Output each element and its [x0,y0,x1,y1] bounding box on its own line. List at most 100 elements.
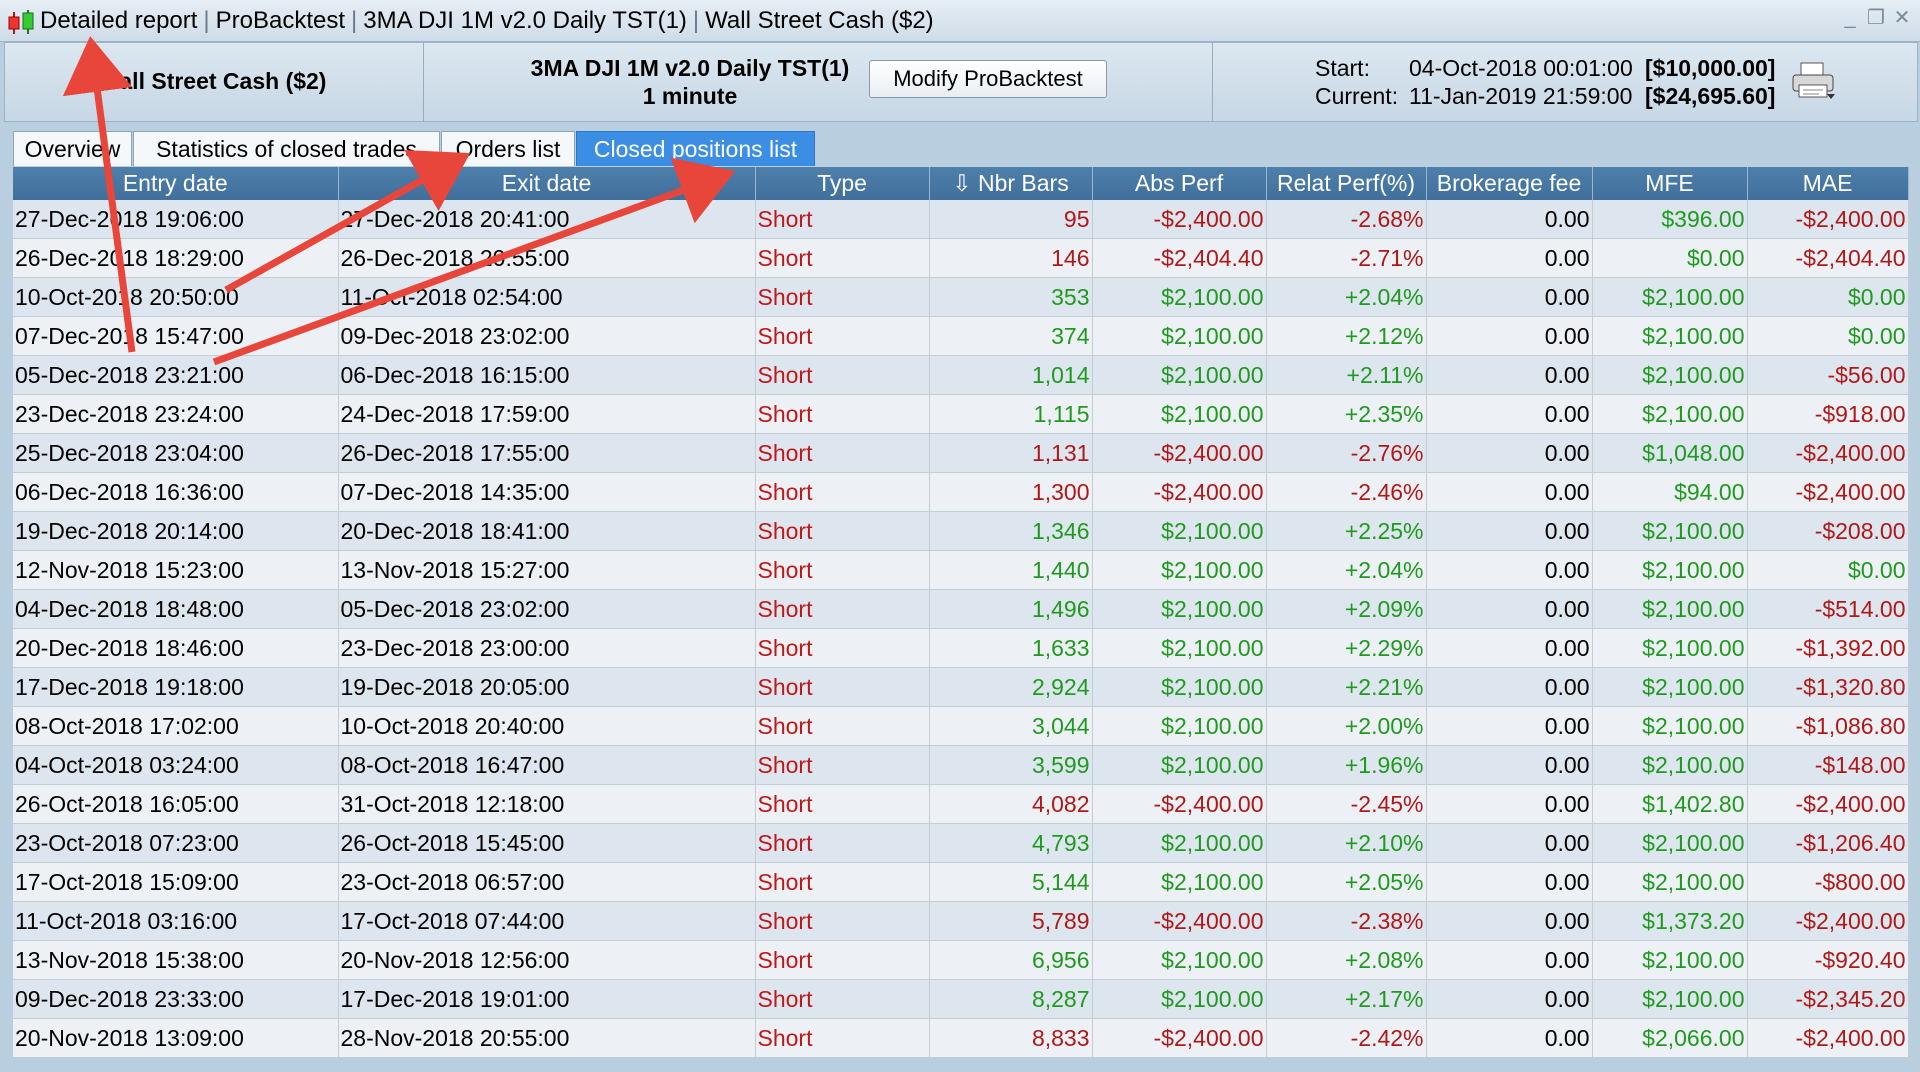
table-cell: $2,100.00 [1592,355,1748,395]
table-cell: +1.96% [1266,745,1427,785]
table-cell: 0.00 [1426,238,1593,278]
printer-icon[interactable] [1791,61,1835,101]
table-cell: Short [755,511,930,551]
modify-probacktest-button[interactable]: Modify ProBacktest [869,60,1107,98]
table-cell: $0.00 [1747,277,1909,317]
table-row[interactable]: 19-Dec-2018 20:14:00 20-Dec-2018 18:41:00… [13,511,1909,551]
table-cell: Short [755,277,930,317]
start-date: 04-Oct-2018 00:01:00 [1409,55,1633,81]
column-header[interactable]: Exit date [338,167,756,200]
table-row[interactable]: 09-Dec-2018 23:33:00 17-Dec-2018 19:01:00… [13,979,1909,1019]
tab-closed-positions[interactable]: Closed positions list [576,131,815,166]
table-cell: 27-Dec-2018 19:06:00 [13,200,339,239]
table-cell: +2.00% [1266,706,1427,746]
table-cell: -2.42% [1266,1018,1427,1058]
table-row[interactable]: 11-Oct-2018 03:16:00 17-Oct-2018 07:44:00… [13,901,1909,941]
table-cell: Short [755,238,930,278]
close-button[interactable]: ✕ [1890,6,1914,30]
tab-orders-list[interactable]: Orders list [441,131,575,166]
table-row[interactable]: 07-Dec-2018 15:47:00 09-Dec-2018 23:02:00… [13,316,1909,356]
table-cell: 09-Dec-2018 23:33:00 [13,979,339,1019]
table-cell: 12-Nov-2018 15:23:00 [13,550,339,590]
table-cell: $2,100.00 [1092,706,1267,746]
table-body: 27-Dec-2018 19:06:00 27-Dec-2018 20:41:00… [13,200,1909,1058]
table-cell: 0.00 [1426,316,1593,356]
title-bar: Detailed report | ProBacktest | 3MA DJI 1M v… [0,0,1920,42]
table-row[interactable]: 12-Nov-2018 15:23:00 13-Nov-2018 15:27:00… [13,550,1909,590]
table-cell: -$2,400.00 [1092,472,1267,512]
table-row[interactable]: 05-Dec-2018 23:21:00 06-Dec-2018 16:15:00… [13,355,1909,395]
table-cell: -$2,404.40 [1747,238,1909,278]
table-row[interactable]: 04-Oct-2018 03:24:00 08-Oct-2018 16:47:00… [13,745,1909,785]
table-cell: $396.00 [1592,200,1748,239]
table-cell: -2.76% [1266,433,1427,473]
table-row[interactable]: 17-Oct-2018 15:09:00 23-Oct-2018 06:57:00… [13,862,1909,902]
column-header[interactable]: ⇩ Nbr Bars [929,167,1093,200]
table-row[interactable]: 27-Dec-2018 19:06:00 27-Dec-2018 20:41:00… [13,200,1909,239]
table-cell: 13-Nov-2018 15:27:00 [338,550,756,590]
column-header[interactable]: MFE [1592,167,1748,200]
column-header[interactable]: Abs Perf [1092,167,1267,200]
table-cell: $2,100.00 [1592,979,1748,1019]
table-cell: -$2,400.00 [1747,472,1909,512]
tab-overview[interactable]: Overview [13,131,132,166]
table-row[interactable]: 04-Dec-2018 18:48:00 05-Dec-2018 23:02:00… [13,589,1909,629]
column-header[interactable]: MAE [1747,167,1909,200]
table-row[interactable]: 26-Dec-2018 18:29:00 26-Dec-2018 20:55:00… [13,238,1909,278]
table-row[interactable]: 13-Nov-2018 15:38:00 20-Nov-2018 12:56:00… [13,940,1909,980]
start-capital: [$10,000.00] [1645,55,1776,81]
candlestick-icon [8,10,34,34]
table-row[interactable]: 26-Oct-2018 16:05:00 31-Oct-2018 12:18:00… [13,784,1909,824]
table-cell: 17-Oct-2018 07:44:00 [338,901,756,941]
current-label: Current: [1315,83,1399,109]
column-header[interactable]: Entry date [13,167,339,200]
table-cell: -$1,206.40 [1747,823,1909,863]
table-cell: -2.45% [1266,784,1427,824]
table-cell: $2,100.00 [1092,355,1267,395]
title-part-probacktest: ProBacktest [215,7,346,34]
table-cell: $94.00 [1592,472,1748,512]
table-cell: -$2,400.00 [1747,901,1909,941]
table-row[interactable]: 20-Nov-2018 13:09:00 28-Nov-2018 20:55:00… [13,1018,1909,1058]
table-cell: +2.09% [1266,589,1427,629]
table-cell: 19-Dec-2018 20:14:00 [13,511,339,551]
table-cell: $2,100.00 [1592,511,1748,551]
table-cell: 20-Nov-2018 12:56:00 [338,940,756,980]
minimize-button[interactable]: _ [1838,6,1862,30]
table-row[interactable]: 25-Dec-2018 23:04:00 26-Dec-2018 17:55:00… [13,433,1909,473]
table-cell: 1,633 [929,628,1093,668]
table-cell: 26-Dec-2018 20:55:00 [338,238,756,278]
table-cell: $2,100.00 [1592,823,1748,863]
table-cell: 23-Dec-2018 23:00:00 [338,628,756,668]
report-header: Wall Street Cash ($2) 3MA DJI 1M v2.0 Da… [4,42,1918,122]
table-cell: Short [755,901,930,941]
table-cell: $2,100.00 [1092,394,1267,434]
table-cell: 0.00 [1426,784,1593,824]
table-cell: $0.00 [1747,316,1909,356]
table-row[interactable]: 08-Oct-2018 17:02:00 10-Oct-2018 20:40:00… [13,706,1909,746]
table-cell: 0.00 [1426,979,1593,1019]
table-row[interactable]: 23-Dec-2018 23:24:00 24-Dec-2018 17:59:00… [13,394,1909,434]
column-header[interactable]: Brokerage fee [1426,167,1593,200]
tab-statistics[interactable]: Statistics of closed trades [133,131,440,166]
table-cell: 0.00 [1426,628,1593,668]
table-cell: -$514.00 [1747,589,1909,629]
table-row[interactable]: 23-Oct-2018 07:23:00 26-Oct-2018 15:45:00… [13,823,1909,863]
column-header[interactable]: Relat Perf(%) [1266,167,1427,200]
table-cell: Short [755,667,930,707]
table-row[interactable]: 17-Dec-2018 19:18:00 19-Dec-2018 20:05:00… [13,667,1909,707]
table-cell: +2.21% [1266,667,1427,707]
table-cell: Short [755,745,930,785]
table-cell: 3,044 [929,706,1093,746]
table-cell: +2.10% [1266,823,1427,863]
column-header[interactable]: Type [755,167,930,200]
table-cell: 05-Dec-2018 23:02:00 [338,589,756,629]
table-row[interactable]: 10-Oct-2018 20:50:00 11-Oct-2018 02:54:00… [13,277,1909,317]
table-cell: 05-Dec-2018 23:21:00 [13,355,339,395]
table-cell: Short [755,628,930,668]
table-row[interactable]: 06-Dec-2018 16:36:00 07-Dec-2018 14:35:00… [13,472,1909,512]
table-cell: -$148.00 [1747,745,1909,785]
table-cell: $2,100.00 [1092,628,1267,668]
table-row[interactable]: 20-Dec-2018 18:46:00 23-Dec-2018 23:00:00… [13,628,1909,668]
restore-button[interactable]: ❐ [1864,6,1888,30]
